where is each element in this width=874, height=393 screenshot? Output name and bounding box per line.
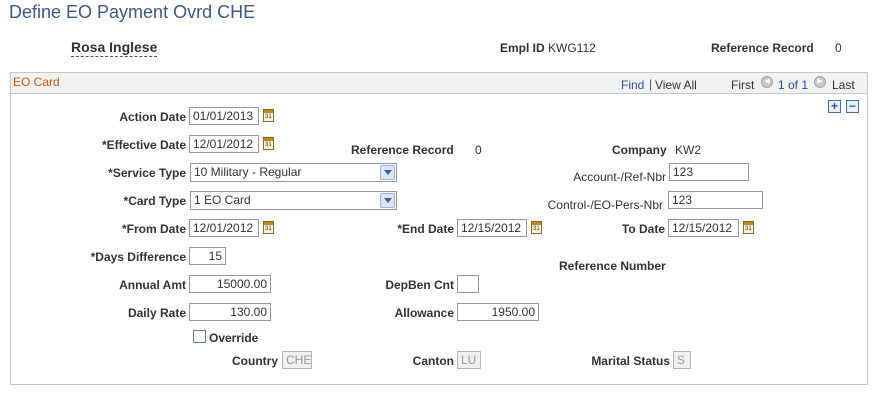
allowance-label: Allowance <box>394 306 454 320</box>
find-link[interactable]: Find <box>621 78 644 92</box>
service-type-dropdown[interactable]: 10 Military - Regular <box>190 163 397 182</box>
annual-amt-label: Annual Amt <box>119 278 186 292</box>
daily-rate-label: Daily Rate <box>127 306 186 320</box>
chevron-down-icon[interactable] <box>380 165 395 180</box>
override-checkbox[interactable] <box>193 330 206 343</box>
country-field[interactable]: CHE <box>282 351 312 369</box>
control-eo-pers-nbr-field[interactable]: 123 <box>668 191 763 209</box>
country-label: Country <box>232 354 278 368</box>
next-arrow-icon[interactable]: ▶ <box>814 76 826 88</box>
header-reference-record-value: 0 <box>835 41 842 55</box>
from-date-label: *From Date <box>121 222 186 236</box>
last-label: Last <box>832 78 855 92</box>
employee-name: Rosa Inglese <box>71 39 158 57</box>
reference-record-value: 0 <box>475 143 482 157</box>
eo-card-title: EO Card <box>13 75 60 89</box>
card-type-dropdown[interactable]: 1 EO Card <box>190 191 397 210</box>
row-count: 1 of 1 <box>778 78 809 92</box>
end-date-field[interactable]: 12/15/2012 <box>457 219 527 237</box>
service-type-label: *Service Type <box>108 166 186 180</box>
calendar-icon[interactable] <box>743 221 754 234</box>
to-date-label: To Date <box>621 222 665 236</box>
plus-icon[interactable]: + <box>828 100 841 113</box>
calendar-icon[interactable] <box>263 221 274 234</box>
control-eo-pers-nbr-label: Control-/EO-Pers-Nbr <box>547 198 663 212</box>
canton-field[interactable]: LU <box>457 351 481 369</box>
view-all-link[interactable]: View All <box>655 78 697 92</box>
minus-icon[interactable]: − <box>846 100 859 113</box>
depben-cnt-field[interactable] <box>457 275 479 293</box>
calendar-icon[interactable] <box>263 109 274 122</box>
header-reference-record-label: Reference Record <box>711 41 814 55</box>
days-difference-label: *Days Difference <box>90 250 186 264</box>
card-type-label: *Card Type <box>123 194 186 208</box>
daily-rate-field[interactable]: 130.00 <box>189 303 271 321</box>
account-ref-nbr-label: Account-/Ref-Nbr <box>573 170 666 184</box>
depben-cnt-label: DepBen Cnt <box>385 278 454 292</box>
marital-status-field[interactable]: S <box>673 351 691 369</box>
calendar-icon[interactable] <box>531 221 542 234</box>
empl-id-label: Empl ID <box>500 41 545 55</box>
allowance-field[interactable]: 1950.00 <box>457 303 539 321</box>
nav-separator: | <box>649 77 653 91</box>
from-date-field[interactable]: 12/01/2012 <box>189 219 259 237</box>
override-label: Override <box>209 331 259 345</box>
company-value: KW2 <box>675 143 702 157</box>
to-date-field[interactable]: 12/15/2012 <box>668 219 739 237</box>
card-type-value: 1 EO Card <box>194 193 251 207</box>
action-date-label: Action Date <box>119 110 186 124</box>
calendar-icon[interactable] <box>263 137 274 150</box>
days-difference-field[interactable]: 15 <box>189 247 226 265</box>
effective-date-label: *Effective Date <box>101 138 186 152</box>
reference-number-label: Reference Number <box>559 259 666 273</box>
chevron-down-icon[interactable] <box>380 193 395 208</box>
empl-id-value: KWG112 <box>548 41 596 55</box>
service-type-value: 10 Military - Regular <box>194 165 302 179</box>
previous-arrow-icon[interactable]: ◀ <box>761 76 773 88</box>
end-date-label: *End Date <box>397 222 454 236</box>
company-label: Company <box>612 143 667 157</box>
marital-status-label: Marital Status <box>591 354 670 368</box>
effective-date-field[interactable]: 12/01/2012 <box>189 135 259 153</box>
first-label: First <box>731 78 755 92</box>
page-title: Define EO Payment Ovrd CHE <box>9 2 256 22</box>
reference-record-label: Reference Record <box>351 143 454 157</box>
action-date-field[interactable]: 01/01/2013 <box>189 107 259 125</box>
canton-label: Canton <box>412 354 454 368</box>
account-ref-nbr-field[interactable]: 123 <box>669 163 749 181</box>
annual-amt-field[interactable]: 15000.00 <box>189 275 271 293</box>
